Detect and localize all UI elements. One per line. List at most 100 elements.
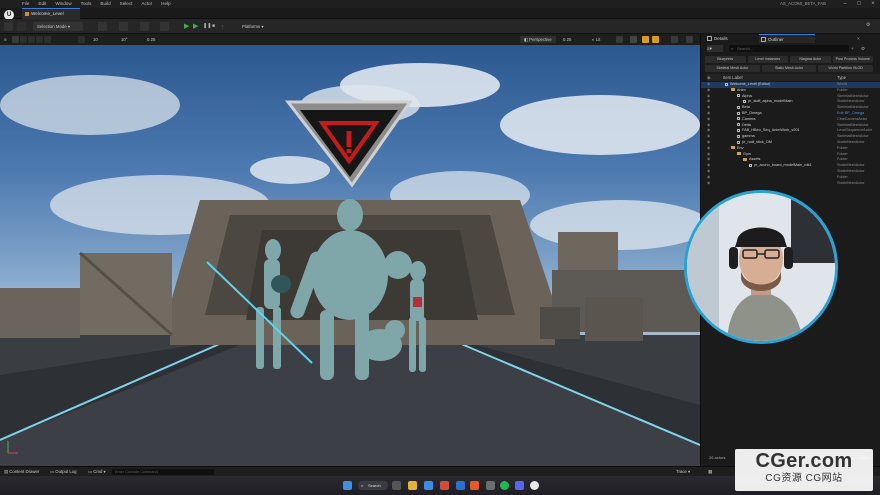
viewport-toolbar: ≡ 10 10° 0.25 ◧ Perspective 0.25 ◐ Lit [0, 34, 700, 45]
outliner-row[interactable]: ◉ StaticMeshActor [701, 181, 880, 187]
filter-chip[interactable]: Blueprints [705, 56, 746, 63]
blueprint-icon[interactable] [119, 22, 128, 31]
cinematics-icon[interactable] [140, 22, 149, 31]
close-panel-icon[interactable]: × [857, 34, 867, 43]
menu-file[interactable]: File [22, 1, 29, 6]
watermark-sub-text: CG资源 CG网站 [765, 473, 843, 484]
content-browser-icon[interactable] [17, 22, 26, 31]
console-command-input[interactable]: Enter Console Command [112, 469, 214, 475]
scale-tool-icon[interactable] [36, 36, 43, 43]
project-name: AS_ACOMI_BETA_FAB [780, 1, 827, 6]
maximize-viewport-icon[interactable] [686, 36, 693, 43]
scale-snap-value[interactable]: 0.25 [147, 36, 155, 43]
cmd-label: Cmd [93, 469, 103, 474]
windows-start-icon[interactable] [343, 481, 352, 490]
taskbar-search-label: Search [368, 483, 381, 488]
filter-chip[interactable]: World Partition HLOD [818, 65, 873, 72]
bookmark-icon[interactable] [652, 36, 659, 43]
more-icon[interactable]: ⋮ [220, 22, 224, 31]
filter-chip[interactable]: Level Instances [747, 56, 788, 63]
menu-actor[interactable]: Actor [141, 1, 152, 6]
app-icon[interactable] [456, 481, 465, 490]
play-options-icon[interactable]: ▶ [193, 22, 198, 31]
outliner-search-input[interactable]: ⌕ Search... [729, 45, 849, 52]
translate-tool-icon[interactable] [20, 36, 27, 43]
derived-data-icon[interactable]: ▦ [708, 469, 712, 475]
chrome-icon[interactable] [440, 481, 449, 490]
pause-icon[interactable]: ❚❚ [203, 22, 211, 31]
realtime-icon[interactable] [630, 36, 637, 43]
tab-outliner[interactable]: Outliner [759, 34, 815, 43]
column-type[interactable]: Type [837, 74, 846, 81]
menu-help[interactable]: Help [161, 1, 170, 6]
outliner-icon [761, 37, 766, 42]
add-filter-icon[interactable]: ≡▾ [707, 45, 723, 52]
settings-icon[interactable]: ⚙ [866, 22, 875, 31]
stop-icon[interactable]: ■ [212, 22, 215, 31]
discord-icon[interactable] [515, 481, 524, 490]
menu-build[interactable]: Build [100, 1, 110, 6]
add-actor-icon[interactable] [98, 22, 107, 31]
visibility-icon[interactable]: ◉ [707, 181, 710, 187]
task-view-icon[interactable] [392, 481, 401, 490]
actor-icon [737, 111, 740, 115]
actor-icon [737, 94, 740, 98]
level-viewport[interactable] [0, 45, 700, 466]
actor-icon [737, 117, 740, 121]
surface-snap-icon[interactable] [78, 36, 85, 43]
outliner-item-text: Alpha [742, 93, 752, 98]
rotation-snap-value[interactable]: 10° [121, 36, 128, 43]
viewport-menu-icon[interactable]: ≡ [4, 36, 7, 43]
filter-chip[interactable]: Skeletal Mesh Actor [705, 65, 760, 72]
unreal-taskbar-icon[interactable] [530, 481, 539, 490]
cmd-dropdown[interactable]: ▭ Cmd ▾ [88, 469, 106, 475]
add-actor-icon[interactable]: + [851, 45, 854, 52]
select-tool-icon[interactable] [12, 36, 19, 43]
content-drawer-button[interactable]: ▤ Content Drawer [4, 469, 39, 475]
viewport-settings-icon[interactable] [671, 36, 678, 43]
close-button[interactable]: × [866, 0, 880, 8]
spotify-icon[interactable] [500, 481, 509, 490]
grid-snap-value[interactable]: 10 [93, 36, 98, 43]
menu-bar: File Edit Window Tools Build Select Actor Help [22, 1, 180, 7]
visibility-eye-icon[interactable]: ◉ [707, 74, 711, 81]
platforms-dropdown[interactable]: Platforms ▾ [242, 22, 264, 31]
lit-dropdown[interactable]: ◐ Lit [592, 36, 600, 43]
column-item-label[interactable]: Item Label [723, 74, 743, 81]
tab-welcome-level[interactable]: Welcome_Level [22, 8, 80, 19]
play-icon[interactable]: ▶ [184, 22, 189, 31]
menu-select[interactable]: Select [120, 1, 133, 6]
recorder-icon[interactable] [470, 481, 479, 490]
world-icon [725, 82, 728, 86]
filter-chip[interactable]: Static Mesh Actor [761, 65, 817, 72]
selection-mode-dropdown[interactable]: Selection Mode ▾ [33, 22, 83, 31]
actor-icon [749, 163, 752, 167]
filter-chip[interactable]: Niagara Actor [790, 56, 831, 63]
file-explorer-icon[interactable] [408, 481, 417, 490]
outliner-settings-icon[interactable]: ⚙ [861, 45, 865, 52]
trace-button[interactable]: Trace ▾ [676, 469, 690, 475]
menu-edit[interactable]: Edit [38, 1, 46, 6]
outliner-item-text: pr_sloff_alpha_modelMain [748, 99, 793, 104]
taskbar-search[interactable]: ⌕ Search [358, 481, 388, 490]
rotate-tool-icon[interactable] [28, 36, 35, 43]
camera-speed-value[interactable]: 0.25 [563, 36, 571, 43]
outliner-item-text: pr_rodt_stick_OM [742, 140, 772, 144]
build-icon[interactable] [160, 22, 169, 31]
world-space-icon[interactable] [44, 36, 51, 43]
browser-icon[interactable] [424, 481, 433, 490]
perspective-dropdown[interactable]: ◧ Perspective [520, 36, 556, 43]
game-view-icon[interactable] [642, 36, 649, 43]
menu-window[interactable]: Window [55, 1, 71, 6]
main-toolbar: Selection Mode ▾ ▶ ▶ ❚❚ ■ ⋮ Platforms ▾ … [0, 19, 880, 34]
show-flags-icon[interactable] [616, 36, 623, 43]
save-icon[interactable] [4, 22, 13, 31]
maximize-button[interactable]: ☐ [852, 0, 866, 8]
filter-chip[interactable]: Post Process Volume [832, 56, 873, 63]
search-icon: ⌕ [731, 46, 734, 51]
tab-details[interactable]: Details [705, 34, 755, 43]
output-log-button[interactable]: ▭ Output Log [50, 469, 77, 475]
minimize-button[interactable]: – [838, 0, 852, 8]
menu-tools[interactable]: Tools [81, 1, 92, 6]
app-icon-2[interactable] [486, 481, 495, 490]
